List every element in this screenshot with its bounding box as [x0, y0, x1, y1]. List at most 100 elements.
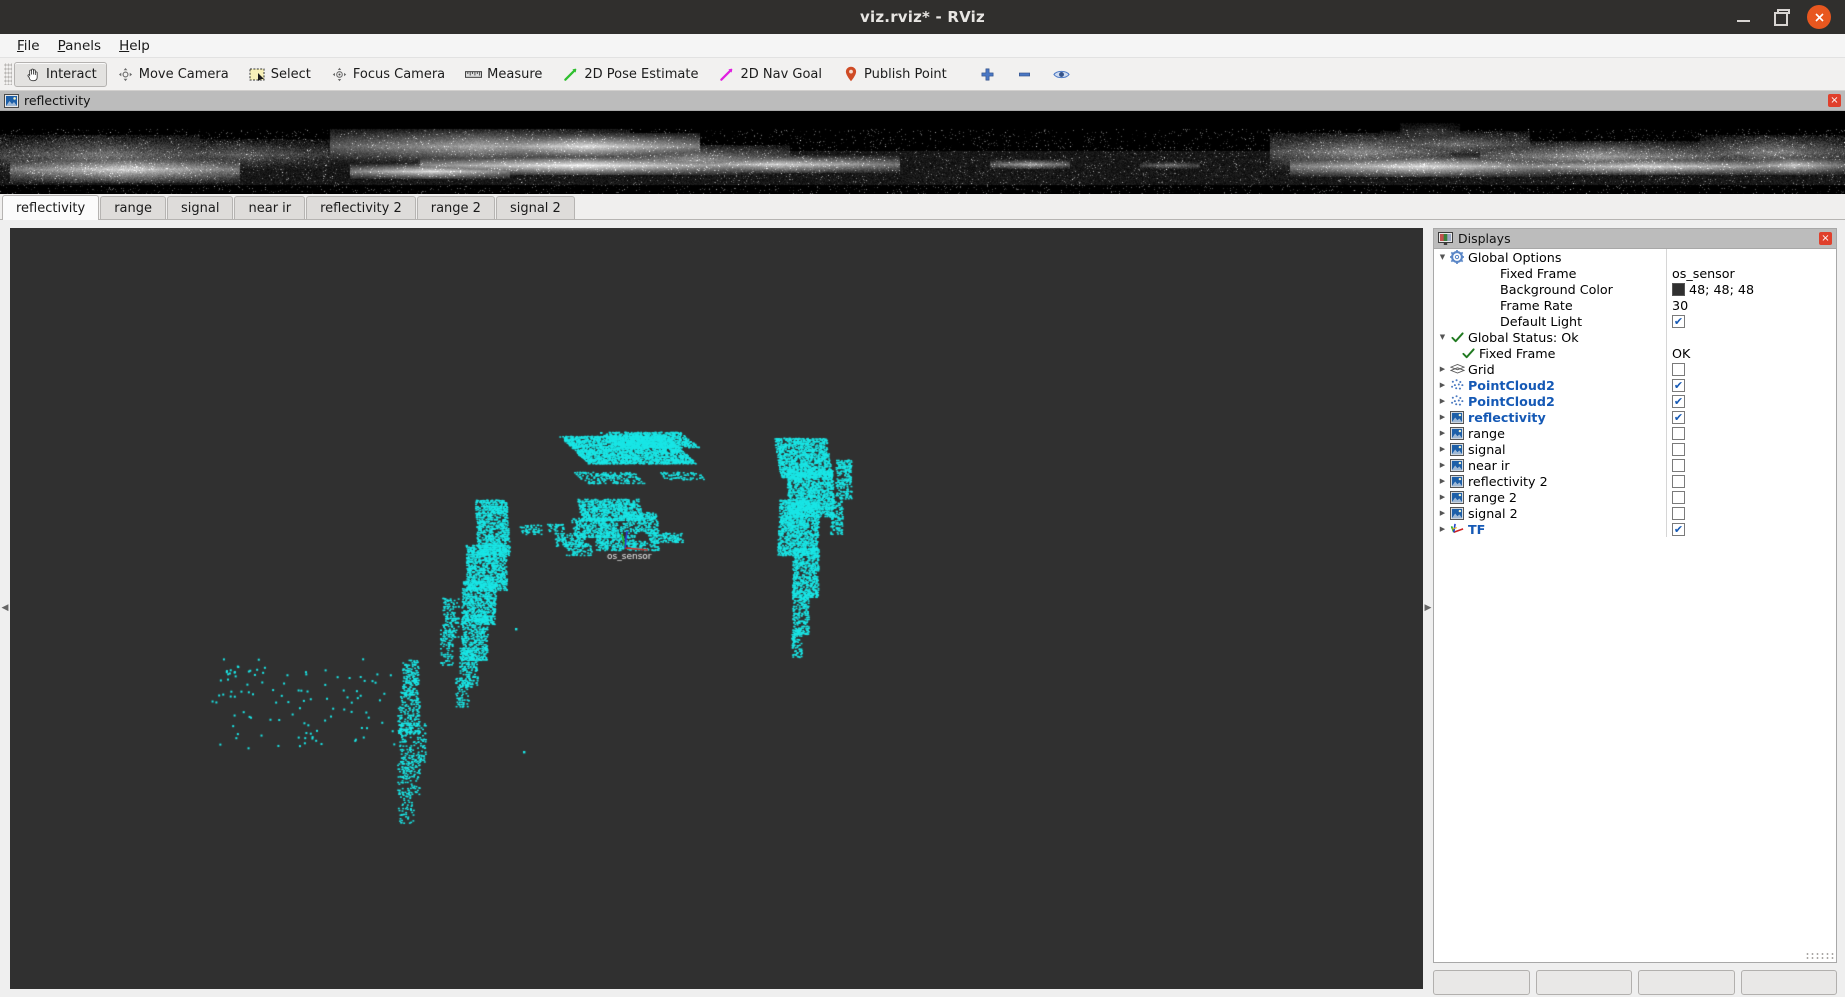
tree-row[interactable]: TF ✔: [1434, 521, 1836, 537]
right-splitter[interactable]: ▶: [1423, 220, 1433, 997]
chevron-right-icon[interactable]: [1436, 506, 1449, 520]
tree-row-value[interactable]: ✔: [1666, 410, 1836, 424]
chevron-down-icon[interactable]: [1436, 330, 1449, 344]
tool-2d-pose-estimate[interactable]: 2D Pose Estimate: [552, 62, 708, 87]
tab-reflectivity-2[interactable]: reflectivity 2: [306, 196, 416, 219]
tool-move-camera[interactable]: Move Camera: [107, 62, 239, 87]
tab-range[interactable]: range: [100, 196, 167, 219]
tree-row-value[interactable]: ✔: [1666, 394, 1836, 408]
add-button[interactable]: [1433, 970, 1530, 995]
visibility-checkbox[interactable]: ✔: [1672, 394, 1685, 408]
tree-row-value[interactable]: ✔: [1666, 378, 1836, 392]
visibility-checkbox[interactable]: [1672, 442, 1685, 456]
tree-row-value[interactable]: [1666, 362, 1836, 376]
chevron-right-icon[interactable]: [1436, 394, 1449, 408]
close-icon[interactable]: [1807, 5, 1831, 29]
panel-resize-grip[interactable]: [1805, 952, 1835, 959]
tree-row[interactable]: PointCloud2 ✔: [1434, 393, 1836, 409]
visibility-checkbox[interactable]: ✔: [1672, 314, 1685, 328]
tree-row[interactable]: Default Light ✔: [1434, 313, 1836, 329]
tree-row-value[interactable]: 30: [1666, 298, 1836, 313]
chevron-right-icon[interactable]: [1436, 378, 1449, 392]
tree-row-name: Global Status: Ok: [1434, 330, 1666, 345]
duplicate-button[interactable]: [1535, 970, 1632, 995]
color-swatch[interactable]: [1672, 282, 1685, 296]
maximize-icon[interactable]: [1771, 8, 1790, 26]
tree-row-value[interactable]: [1666, 474, 1836, 488]
tree-row-value[interactable]: os_sensor: [1666, 266, 1836, 281]
tree-row[interactable]: Frame Rate 30: [1434, 297, 1836, 313]
menu-file[interactable]: File: [8, 36, 49, 56]
chevron-right-icon[interactable]: [1436, 458, 1449, 472]
tree-row[interactable]: Background Color 48; 48; 48: [1434, 281, 1836, 297]
chevron-right-icon[interactable]: [1436, 410, 1449, 424]
tab-signal-2[interactable]: signal 2: [495, 196, 575, 219]
tree-row-value[interactable]: ✔: [1666, 314, 1836, 328]
visibility-checkbox[interactable]: [1672, 426, 1685, 440]
tree-row-value[interactable]: OK: [1666, 346, 1836, 361]
tool-measure[interactable]: Measure: [455, 62, 552, 87]
tree-row-value[interactable]: [1666, 458, 1836, 472]
minimize-icon[interactable]: [1735, 8, 1753, 26]
tool-focus-camera[interactable]: Focus Camera: [321, 62, 455, 87]
tree-row-value[interactable]: ✔: [1666, 522, 1836, 536]
rename-button[interactable]: [1740, 970, 1837, 995]
tree-row[interactable]: near ir: [1434, 457, 1836, 473]
tree-row[interactable]: Fixed Frame OK: [1434, 345, 1836, 361]
visibility-toggle-button[interactable]: [1043, 62, 1080, 87]
tool-interact[interactable]: Interact: [14, 61, 107, 87]
tree-row[interactable]: Grid: [1434, 361, 1836, 377]
menu-help[interactable]: Help: [110, 36, 159, 56]
tree-row[interactable]: reflectivity 2: [1434, 473, 1836, 489]
tree-row[interactable]: range: [1434, 425, 1836, 441]
tool-publish-point[interactable]: Publish Point: [832, 62, 957, 87]
tree-row-value[interactable]: [1666, 490, 1836, 504]
visibility-checkbox[interactable]: [1672, 362, 1685, 376]
value-text: 30: [1672, 297, 1689, 313]
visibility-checkbox[interactable]: [1672, 506, 1685, 520]
tree-row[interactable]: reflectivity ✔: [1434, 409, 1836, 425]
tab-near-ir[interactable]: near ir: [234, 196, 306, 219]
tab-range-2[interactable]: range 2: [416, 196, 495, 219]
image-panel-close-icon[interactable]: ×: [1828, 94, 1841, 107]
focus-camera-icon: [331, 66, 348, 82]
visibility-checkbox[interactable]: [1672, 474, 1685, 488]
toolbar-grip[interactable]: [4, 63, 12, 85]
visibility-checkbox[interactable]: [1672, 490, 1685, 504]
tool-select[interactable]: Select: [239, 62, 321, 87]
visibility-checkbox[interactable]: [1672, 458, 1685, 472]
tree-row[interactable]: PointCloud2 ✔: [1434, 377, 1836, 393]
visibility-checkbox[interactable]: ✔: [1672, 522, 1685, 536]
tab-reflectivity[interactable]: reflectivity: [2, 195, 100, 220]
chevron-right-icon[interactable]: [1436, 474, 1449, 488]
tree-row-value[interactable]: 48; 48; 48: [1666, 282, 1836, 297]
tree-row-value[interactable]: [1666, 506, 1836, 520]
tree-row[interactable]: signal 2: [1434, 505, 1836, 521]
menu-panels[interactable]: Panels: [49, 36, 110, 56]
chevron-right-icon[interactable]: [1436, 522, 1449, 536]
tree-row-value[interactable]: [1666, 426, 1836, 440]
chevron-right-icon[interactable]: [1436, 426, 1449, 440]
displays-panel-close-icon[interactable]: ×: [1819, 232, 1832, 245]
chevron-down-icon[interactable]: [1436, 250, 1449, 264]
chevron-right-icon[interactable]: [1436, 490, 1449, 504]
tree-row[interactable]: Global Options: [1434, 249, 1836, 265]
3d-viewport[interactable]: [10, 228, 1423, 989]
tree-row[interactable]: signal: [1434, 441, 1836, 457]
chevron-right-icon[interactable]: [1436, 362, 1449, 376]
reflectivity-image-strip[interactable]: [0, 111, 1845, 194]
chevron-right-icon[interactable]: [1436, 442, 1449, 456]
remove-display-button[interactable]: [1006, 62, 1043, 87]
remove-button[interactable]: [1638, 970, 1735, 995]
tree-row[interactable]: Global Status: Ok: [1434, 329, 1836, 345]
add-display-button[interactable]: [969, 62, 1006, 87]
visibility-checkbox[interactable]: ✔: [1672, 378, 1685, 392]
visibility-checkbox[interactable]: ✔: [1672, 410, 1685, 424]
left-splitter[interactable]: ◀: [0, 220, 10, 997]
tree-row-value[interactable]: [1666, 442, 1836, 456]
tree-row[interactable]: Fixed Frame os_sensor: [1434, 265, 1836, 281]
tree-row[interactable]: range 2: [1434, 489, 1836, 505]
tool-2d-nav-goal[interactable]: 2D Nav Goal: [708, 62, 832, 87]
displays-tree[interactable]: Global OptionsFixed Frameos_sensorBackgr…: [1433, 248, 1837, 963]
tab-signal[interactable]: signal: [167, 196, 234, 219]
